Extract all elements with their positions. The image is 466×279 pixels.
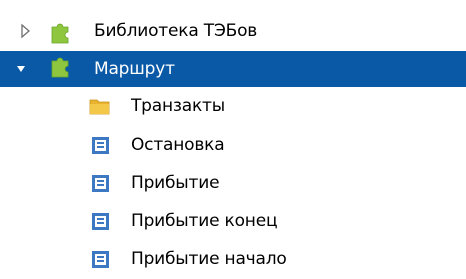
tree-node-label: Транзакты [131,96,225,116]
tree-node-library[interactable]: Библиотека ТЭБов [0,13,466,49]
tree-node-label: Маршрут [94,59,175,79]
puzzle-icon [49,51,73,87]
chevron-right-icon[interactable] [18,13,34,49]
tree-node-arrival[interactable]: Прибытие [0,165,466,201]
tree-node-label: Остановка [131,135,225,155]
puzzle-icon [49,13,73,49]
tree-node-label: Библиотека ТЭБов [94,21,258,41]
tree-node-label: Прибытие начало [131,249,287,269]
tree-node-arrival-start[interactable]: Прибытие начало [0,241,466,277]
folder-icon [88,88,112,124]
tree-node-label: Прибытие [131,173,220,193]
list-document-icon [90,127,114,163]
tree-node-transacts[interactable]: Транзакты [0,88,466,124]
list-document-icon [90,241,114,277]
chevron-down-icon[interactable] [13,51,29,87]
tree-view: Библиотека ТЭБов Маршрут Транзакты Остан… [0,0,466,279]
list-document-icon [90,165,114,201]
tree-node-stop[interactable]: Остановка [0,127,466,163]
tree-node-route[interactable]: Маршрут [0,51,466,87]
tree-node-label: Прибытие конец [131,211,278,231]
list-document-icon [90,203,114,239]
tree-node-arrival-end[interactable]: Прибытие конец [0,203,466,239]
